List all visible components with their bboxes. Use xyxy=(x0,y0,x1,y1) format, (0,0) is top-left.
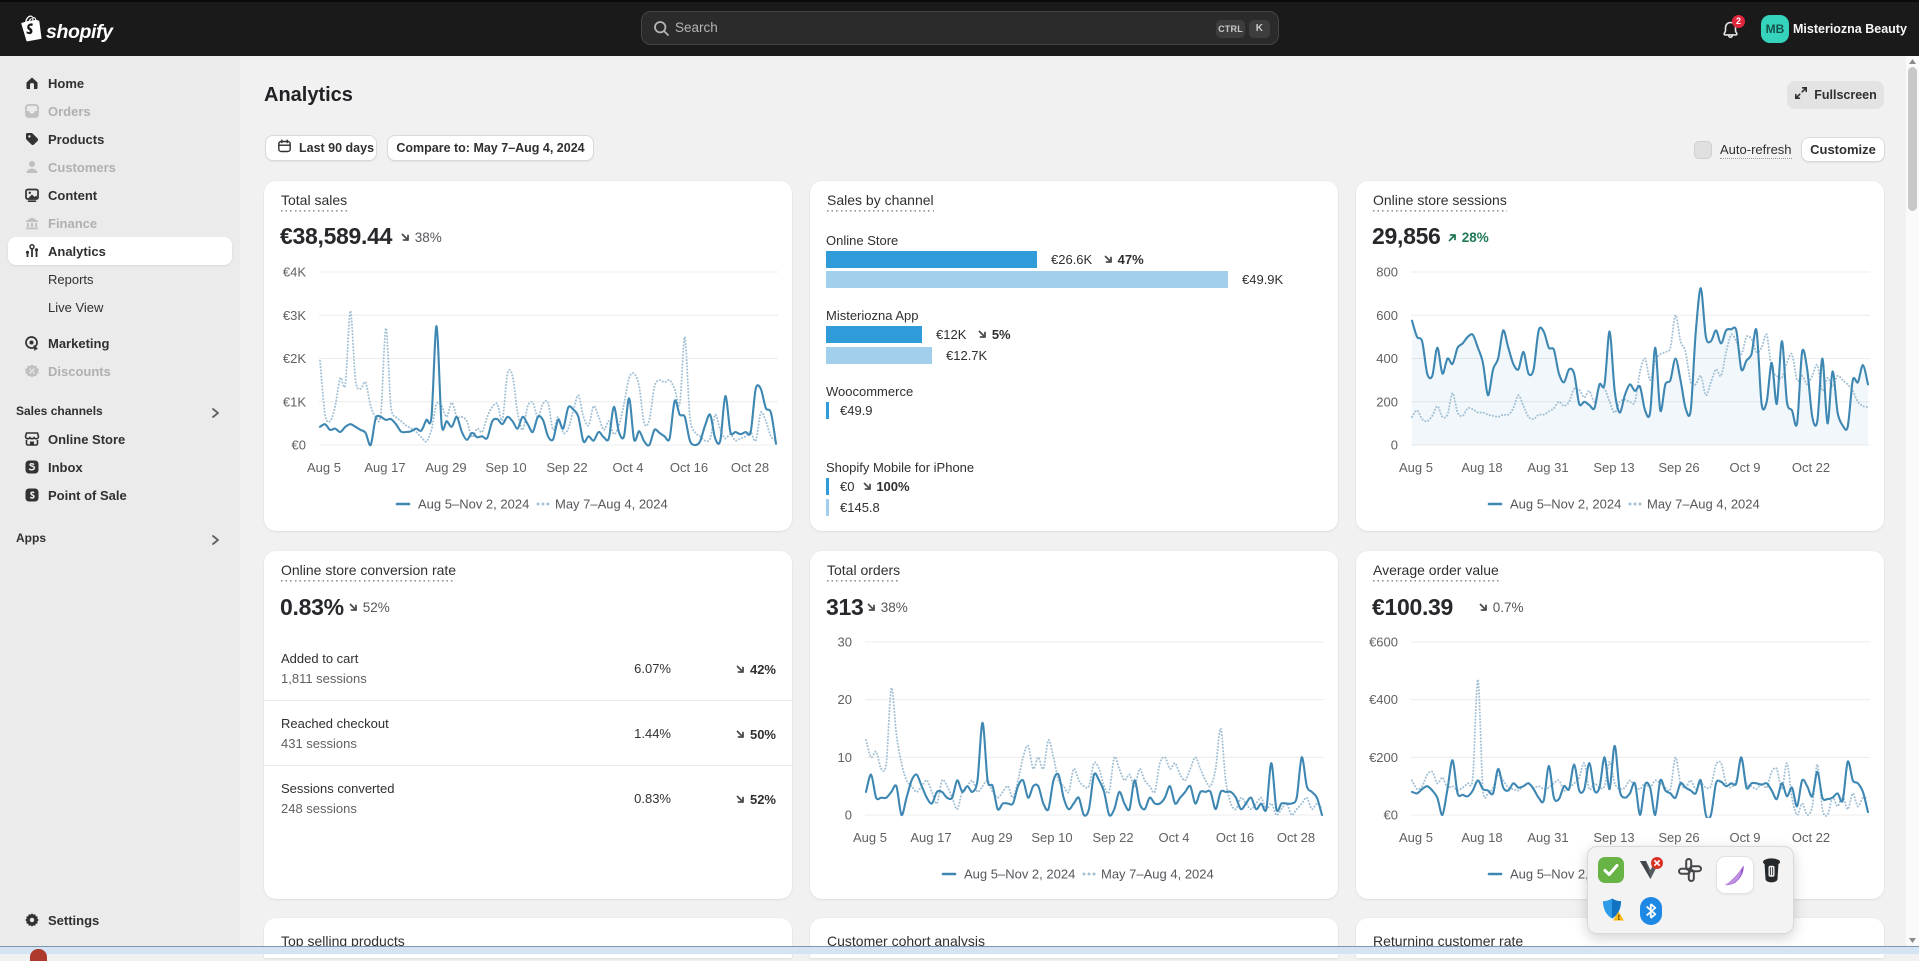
svg-text:Sep 10: Sep 10 xyxy=(1031,830,1072,845)
svg-text:10: 10 xyxy=(838,750,852,765)
svg-text:Aug 29: Aug 29 xyxy=(425,460,466,475)
svg-text:May 7–Aug 4, 2024: May 7–Aug 4, 2024 xyxy=(1647,497,1760,512)
svg-text:Sep 13: Sep 13 xyxy=(1593,460,1634,475)
svg-text:Oct 28: Oct 28 xyxy=(1277,830,1315,845)
svg-text:€0: €0 xyxy=(292,438,306,453)
svg-text:May 7–Aug 4, 2024: May 7–Aug 4, 2024 xyxy=(1101,867,1214,882)
svg-text:Sep 13: Sep 13 xyxy=(1593,830,1634,845)
svg-text:30: 30 xyxy=(838,635,852,650)
svg-text:Oct 9: Oct 9 xyxy=(1729,460,1760,475)
svg-text:400: 400 xyxy=(1376,351,1398,366)
svg-text:Oct 9: Oct 9 xyxy=(1729,830,1760,845)
svg-text:Oct 28: Oct 28 xyxy=(731,460,769,475)
svg-text:€400: €400 xyxy=(1369,692,1398,707)
svg-text:€600: €600 xyxy=(1369,635,1398,650)
svg-text:€200: €200 xyxy=(1369,750,1398,765)
svg-text:Sep 22: Sep 22 xyxy=(1092,830,1133,845)
svg-text:0: 0 xyxy=(845,808,852,823)
svg-text:Aug 29: Aug 29 xyxy=(971,830,1012,845)
svg-text:May 7–Aug 4, 2024: May 7–Aug 4, 2024 xyxy=(555,497,668,512)
svg-text:Aug 18: Aug 18 xyxy=(1461,830,1502,845)
svg-text:600: 600 xyxy=(1376,308,1398,323)
svg-text:800: 800 xyxy=(1376,265,1398,280)
svg-text:200: 200 xyxy=(1376,394,1398,409)
svg-text:Sep 22: Sep 22 xyxy=(546,460,587,475)
svg-text:Sep 26: Sep 26 xyxy=(1658,460,1699,475)
svg-text:20: 20 xyxy=(838,692,852,707)
svg-text:€2K: €2K xyxy=(283,351,306,366)
svg-text:Aug 5: Aug 5 xyxy=(1399,460,1433,475)
svg-text:Aug 5: Aug 5 xyxy=(307,460,341,475)
svg-text:Aug 5–Nov 2, 2024: Aug 5–Nov 2, 2024 xyxy=(964,867,1075,882)
svg-text:Oct 4: Oct 4 xyxy=(612,460,643,475)
svg-text:Oct 16: Oct 16 xyxy=(1216,830,1254,845)
svg-text:€4K: €4K xyxy=(283,265,306,280)
svg-text:Oct 22: Oct 22 xyxy=(1792,460,1830,475)
svg-text:Aug 17: Aug 17 xyxy=(910,830,951,845)
svg-text:Sep 26: Sep 26 xyxy=(1658,830,1699,845)
svg-text:€3K: €3K xyxy=(283,308,306,323)
svg-text:Aug 5: Aug 5 xyxy=(1399,830,1433,845)
svg-text:0: 0 xyxy=(1391,438,1398,453)
svg-text:€0: €0 xyxy=(1384,808,1398,823)
svg-text:Aug 18: Aug 18 xyxy=(1461,460,1502,475)
svg-text:Aug 5–Nov 2, 2024: Aug 5–Nov 2, 2024 xyxy=(1510,497,1621,512)
svg-text:Aug 5: Aug 5 xyxy=(853,830,887,845)
svg-text:Aug 31: Aug 31 xyxy=(1527,460,1568,475)
svg-text:Aug 17: Aug 17 xyxy=(364,460,405,475)
svg-text:Aug 31: Aug 31 xyxy=(1527,830,1568,845)
svg-text:Oct 4: Oct 4 xyxy=(1158,830,1189,845)
svg-text:€1K: €1K xyxy=(283,394,306,409)
svg-text:Aug 5–Nov 2, 2024: Aug 5–Nov 2, 2024 xyxy=(418,497,529,512)
svg-text:Oct 16: Oct 16 xyxy=(670,460,708,475)
svg-text:Sep 10: Sep 10 xyxy=(485,460,526,475)
svg-text:Oct 22: Oct 22 xyxy=(1792,830,1830,845)
